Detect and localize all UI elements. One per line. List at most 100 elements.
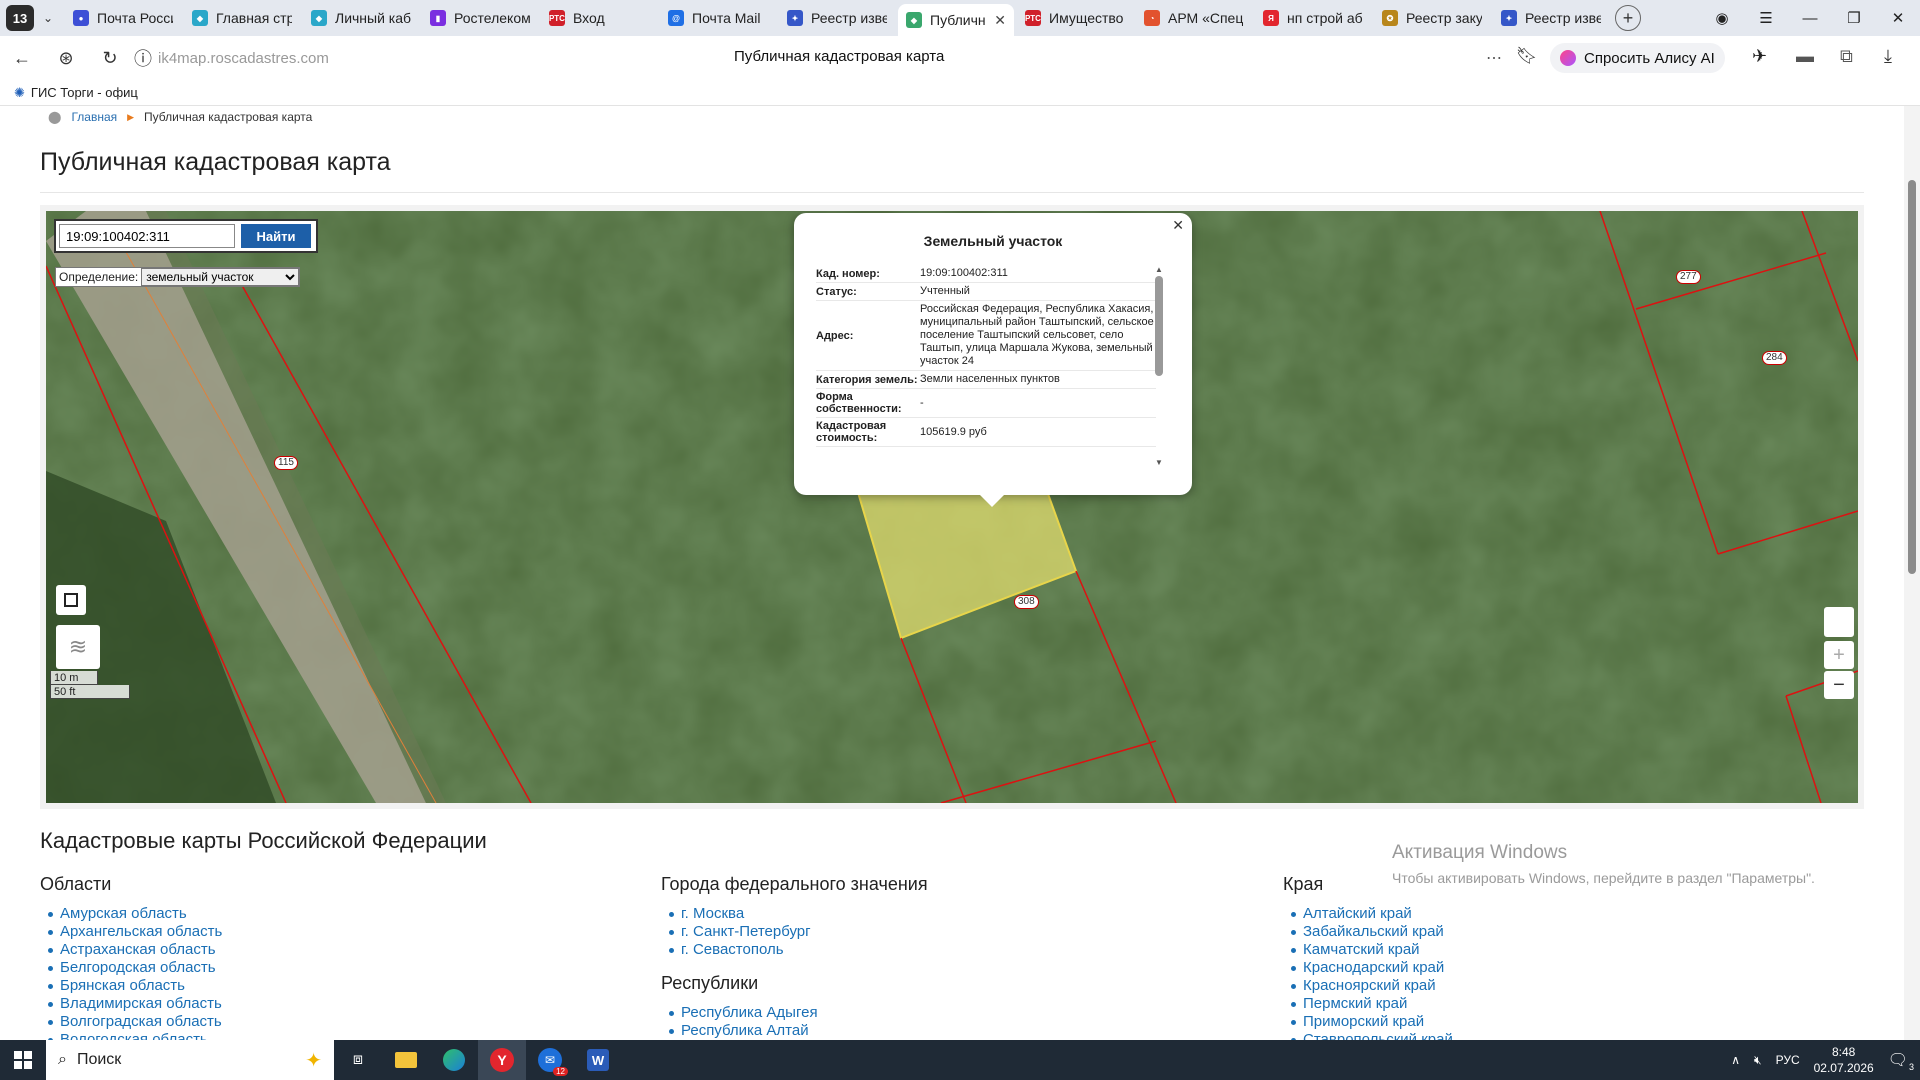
- site-info-icon[interactable]: ⓘ: [132, 36, 154, 80]
- definition-select[interactable]: земельный участок: [141, 268, 300, 286]
- restore-button[interactable]: ❐: [1832, 9, 1876, 27]
- breadcrumb-home-link[interactable]: Главная: [71, 110, 117, 124]
- region-link[interactable]: Владимирская область: [40, 995, 222, 1013]
- browser-tab[interactable]: ◆ Публичн ✕: [898, 4, 1014, 36]
- frame-icon: [64, 593, 78, 607]
- notifications-icon[interactable]: 🗨︎ 3: [1888, 1050, 1914, 1072]
- tray-chevron-up-icon[interactable]: ∧: [1731, 1053, 1740, 1067]
- popup-table[interactable]: Кад. номер: 19:09:100402:311 Статус: Учтенн…: [816, 265, 1156, 483]
- map-blank-button[interactable]: [1824, 607, 1854, 637]
- region-link[interactable]: г. Севастополь: [661, 941, 928, 959]
- zoom-in-button[interactable]: +: [1824, 641, 1854, 669]
- browser-tab[interactable]: ✪ Реестр заку: [1374, 3, 1490, 33]
- volume-muted-icon[interactable]: 🔇︎: [1754, 1053, 1762, 1068]
- close-window-button[interactable]: ✕: [1876, 9, 1920, 27]
- tab-favicon-icon: РТС: [1025, 10, 1041, 26]
- region-link[interactable]: Астраханская область: [40, 941, 222, 959]
- menu-icon[interactable]: ☰: [1744, 9, 1788, 27]
- start-button[interactable]: [0, 1040, 46, 1080]
- region-link[interactable]: Республика Алтай: [661, 1022, 928, 1040]
- bookmark-gis-torgi[interactable]: ГИС Торги - офиц: [31, 85, 138, 100]
- reload-icon[interactable]: ↻: [88, 36, 132, 80]
- browser-tab[interactable]: ✦ Реестр изве: [1493, 3, 1609, 33]
- region-link[interactable]: Приморский край: [1283, 1013, 1453, 1031]
- region-link[interactable]: г. Санкт-Петербург: [661, 923, 928, 941]
- url-text[interactable]: ik4map.roscadastres.com: [158, 50, 329, 67]
- new-tab-button[interactable]: +: [1615, 5, 1641, 31]
- browser-tab[interactable]: РТС Имущество: [1017, 3, 1133, 33]
- clock[interactable]: 8:48 02.07.2026: [1814, 1044, 1874, 1076]
- region-link[interactable]: Белгородская область: [40, 959, 222, 977]
- region-link[interactable]: Забайкальский край: [1283, 923, 1453, 941]
- cadastral-map[interactable]: Найти Определение: земельный участок 115…: [40, 205, 1864, 809]
- edge-icon[interactable]: [430, 1040, 478, 1080]
- breadcrumb-arrow-icon: ▶: [127, 111, 135, 122]
- browser-tab[interactable]: РТС Вход: [541, 3, 657, 33]
- mail-badge: 12: [553, 1067, 568, 1076]
- tab-title: Почта Росси: [97, 10, 173, 26]
- oblasti-list: Амурская область Архангельская область Аст…: [40, 905, 222, 1040]
- browser-tab[interactable]: @ Почта Mail: [660, 3, 776, 33]
- tabs-chevron-down-icon[interactable]: ⌄: [34, 5, 62, 31]
- browser-tab[interactable]: Янп строй аб: [1255, 3, 1371, 33]
- region-link[interactable]: Алтайский край: [1283, 905, 1453, 923]
- task-view-icon[interactable]: ⧈: [334, 1040, 382, 1080]
- region-link[interactable]: Архангельская область: [40, 923, 222, 941]
- browser-tab[interactable]: ◔ АРМ «Спец: [1136, 3, 1252, 33]
- browser-tab[interactable]: ● Почта Росси: [65, 3, 181, 33]
- yandex-shield-icon[interactable]: ⊛: [44, 36, 88, 80]
- popup-scrollbar[interactable]: ▲ ▼: [1154, 265, 1164, 483]
- region-link[interactable]: Вологодская область: [40, 1031, 222, 1040]
- input-language[interactable]: РУС: [1776, 1053, 1800, 1067]
- plot-label: 308: [1014, 595, 1039, 609]
- scroll-thumb[interactable]: [1155, 276, 1163, 376]
- region-link[interactable]: Брянская область: [40, 977, 222, 995]
- bookmark-icon[interactable]: 🔖︎: [1516, 46, 1538, 66]
- back-arrow-icon[interactable]: ←: [0, 36, 44, 80]
- region-link[interactable]: Камчатский край: [1283, 941, 1453, 959]
- taskbar-search[interactable]: ⌕ Поиск ✦: [46, 1040, 334, 1080]
- profile-icon[interactable]: ◉: [1700, 9, 1744, 27]
- page-scroll-thumb[interactable]: [1908, 180, 1916, 574]
- more-dots-icon[interactable]: ⋯: [1486, 48, 1502, 68]
- region-link[interactable]: Волгоградская область: [40, 1013, 222, 1031]
- downloads-hat-icon[interactable]: ▬: [1796, 46, 1814, 67]
- mail-app-icon[interactable]: ✉ 12: [526, 1040, 574, 1080]
- region-link[interactable]: Амурская область: [40, 905, 222, 923]
- ask-alisa-button[interactable]: Спросить Алису AI: [1550, 43, 1725, 73]
- cadastral-search-box: Найти: [54, 219, 318, 253]
- tab-title: Почта Mail: [692, 10, 761, 26]
- word-icon[interactable]: W: [574, 1040, 622, 1080]
- find-button[interactable]: Найти: [241, 224, 311, 248]
- browser-tab[interactable]: ◆ Личный каб: [303, 3, 419, 33]
- file-explorer-icon[interactable]: [382, 1040, 430, 1080]
- tab-counter[interactable]: 13: [6, 5, 34, 31]
- tab-title: АРМ «Спец: [1168, 10, 1244, 26]
- region-link[interactable]: Республика Адыгея: [661, 1004, 928, 1022]
- region-link[interactable]: Ставропольский край: [1283, 1031, 1453, 1040]
- region-link[interactable]: Пермский край: [1283, 995, 1453, 1013]
- plot-label: 284: [1762, 351, 1787, 365]
- collections-icon[interactable]: ⧉: [1840, 46, 1853, 67]
- scroll-up-arrow-icon[interactable]: ▲: [1154, 265, 1164, 274]
- browser-tab[interactable]: ▮ Ростелеком: [422, 3, 538, 33]
- fullscreen-map-button[interactable]: [56, 585, 86, 615]
- zoom-out-button[interactable]: −: [1824, 671, 1854, 699]
- page-scrollbar[interactable]: [1904, 106, 1920, 1040]
- download-icon[interactable]: ⤓: [1884, 46, 1892, 67]
- layers-button[interactable]: ≋: [56, 625, 100, 669]
- cadastral-number-input[interactable]: [59, 224, 235, 248]
- extensions-icon[interactable]: ✈: [1752, 46, 1767, 67]
- region-link[interactable]: Красноярский край: [1283, 977, 1453, 995]
- yandex-browser-icon[interactable]: Y: [478, 1040, 526, 1080]
- browser-tab[interactable]: ✦ Реестр изве: [779, 3, 895, 33]
- region-link[interactable]: г. Москва: [661, 905, 928, 923]
- region-link[interactable]: Краснодарский край: [1283, 959, 1453, 977]
- minimize-button[interactable]: —: [1788, 10, 1832, 27]
- scroll-down-arrow-icon[interactable]: ▼: [1154, 458, 1164, 467]
- close-tab-icon[interactable]: ✕: [994, 12, 1006, 29]
- popup-row-key: Категория земель:: [816, 373, 918, 386]
- close-popup-icon[interactable]: ✕: [1172, 217, 1184, 234]
- browser-tab[interactable]: ◆ Главная стр: [184, 3, 300, 33]
- windows-taskbar: ⌕ Поиск ✦ ⧈ Y ✉ 12 W ∧ 🔇︎ РУС 8:48 02.07.2…: [0, 1040, 1920, 1080]
